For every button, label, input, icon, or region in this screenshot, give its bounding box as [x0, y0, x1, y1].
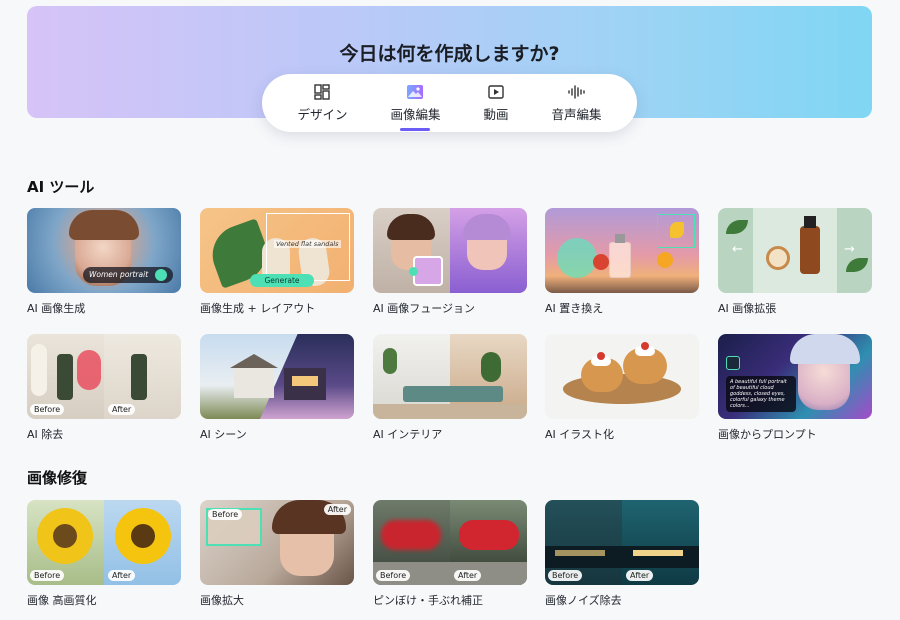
image-edit-icon	[406, 83, 424, 101]
tool-card-ai-image-generate[interactable]: Women portrait AI 画像生成	[27, 208, 181, 316]
plus-icon	[409, 267, 418, 276]
tab-audio[interactable]: 音声編集	[551, 74, 602, 132]
thumbnail-serum: ← →	[718, 208, 872, 293]
tool-card-ai-illustration[interactable]: AI イラスト化	[545, 334, 699, 442]
design-grid-icon	[313, 83, 331, 101]
card-label: 画像生成 + レイアウト	[200, 302, 316, 315]
card-label: AI インテリア	[373, 428, 443, 441]
thumbnail-sandals: Vented flat sandals Generate	[200, 208, 354, 293]
prompt-overlay: Vented flat sandals	[274, 240, 341, 248]
tab-label: 動画	[483, 107, 509, 122]
audio-wave-icon	[567, 83, 586, 101]
prompt-overlay: A beautiful full portrait of beautiful c…	[726, 376, 796, 412]
thumbnail-sunflower: Before After	[27, 500, 181, 585]
card-label: AI 画像フュージョン	[373, 302, 476, 315]
thumbnail-motorbike: Before After	[373, 500, 527, 585]
after-badge: After	[626, 570, 654, 581]
image-icon	[726, 356, 740, 370]
card-label: 画像拡大	[200, 594, 244, 607]
tool-card-generate-layout[interactable]: Vented flat sandals Generate 画像生成 + レイアウ…	[200, 208, 354, 316]
before-badge: Before	[376, 570, 411, 581]
tool-card-image-to-prompt[interactable]: A beautiful full portrait of beautiful c…	[718, 334, 872, 442]
card-label: AI イラスト化	[545, 428, 615, 441]
card-label: AI 除去	[27, 428, 64, 441]
tool-card-ai-interior[interactable]: AI インテリア	[373, 334, 527, 442]
thumbnail-city-night: Before After	[545, 500, 699, 585]
arrow-right-icon: →	[844, 242, 855, 257]
before-badge: Before	[208, 509, 243, 520]
thumbnail-pastry-illustration	[545, 334, 699, 419]
thumbnail-perfume	[545, 208, 699, 293]
tool-card-image-enlarge[interactable]: Before After 画像拡大	[200, 500, 354, 608]
after-badge: After	[108, 404, 136, 415]
section-title-restore: 画像修復	[27, 469, 88, 487]
active-tab-indicator	[400, 128, 431, 131]
after-badge: After	[454, 570, 482, 581]
thumbnail-goddess: A beautiful full portrait of beautiful c…	[718, 334, 872, 419]
card-label: ピンぼけ・手ぶれ補正	[373, 594, 483, 607]
tool-card-image-fusion[interactable]: AI 画像フュージョン	[373, 208, 527, 316]
tab-design[interactable]: デザイン	[297, 74, 348, 132]
card-label: AI 置き換え	[545, 302, 604, 315]
tab-label: 画像編集	[390, 107, 441, 122]
after-badge: After	[323, 504, 351, 515]
tab-video[interactable]: 動画	[483, 74, 509, 132]
thumbnail-portrait-enlarge: Before After	[200, 500, 354, 585]
thumbnail-house-scene	[200, 334, 354, 419]
thumbnail-interior	[373, 334, 527, 419]
card-label: AI シーン	[200, 428, 247, 441]
section-title-ai-tools: AI ツール	[27, 178, 95, 196]
tool-card-upscale-quality[interactable]: Before After 画像 高画質化	[27, 500, 181, 608]
tool-card-ai-replace[interactable]: AI 置き換え	[545, 208, 699, 316]
tool-card-ai-remove[interactable]: Before After AI 除去	[27, 334, 181, 442]
thumbnail-woman-portrait: Women portrait	[27, 208, 181, 293]
tool-card-ai-scene[interactable]: AI シーン	[200, 334, 354, 442]
card-label: AI 画像生成	[27, 302, 86, 315]
sparkle-icon	[155, 269, 167, 281]
after-badge: After	[108, 570, 136, 581]
card-label: 画像 高画質化	[27, 594, 97, 607]
thumbnail-fusion	[373, 208, 527, 293]
tool-card-image-expand[interactable]: ← → AI 画像拡張	[718, 208, 872, 316]
tool-card-deblur[interactable]: Before After ピンぼけ・手ぶれ補正	[373, 500, 527, 608]
before-badge: Before	[548, 570, 583, 581]
card-label: 画像ノイズ除去	[545, 594, 622, 607]
tab-image-edit[interactable]: 画像編集	[390, 74, 441, 132]
generate-button: Generate	[250, 274, 314, 287]
arrow-left-icon: ←	[732, 242, 743, 257]
tab-label: デザイン	[297, 107, 348, 122]
tab-label: 音声編集	[551, 107, 602, 122]
create-type-tabbar: デザイン 画像編集 動画 音声編集	[262, 74, 637, 132]
thumbnail-remove: Before After	[27, 334, 181, 419]
before-badge: Before	[30, 570, 65, 581]
card-label: AI 画像拡張	[718, 302, 777, 315]
before-badge: Before	[30, 404, 65, 415]
hero-title: 今日は何を作成しますか?	[339, 43, 560, 65]
card-label: 画像からプロンプト	[718, 428, 817, 441]
tool-card-denoise[interactable]: Before After 画像ノイズ除去	[545, 500, 699, 608]
video-play-icon	[487, 83, 505, 101]
